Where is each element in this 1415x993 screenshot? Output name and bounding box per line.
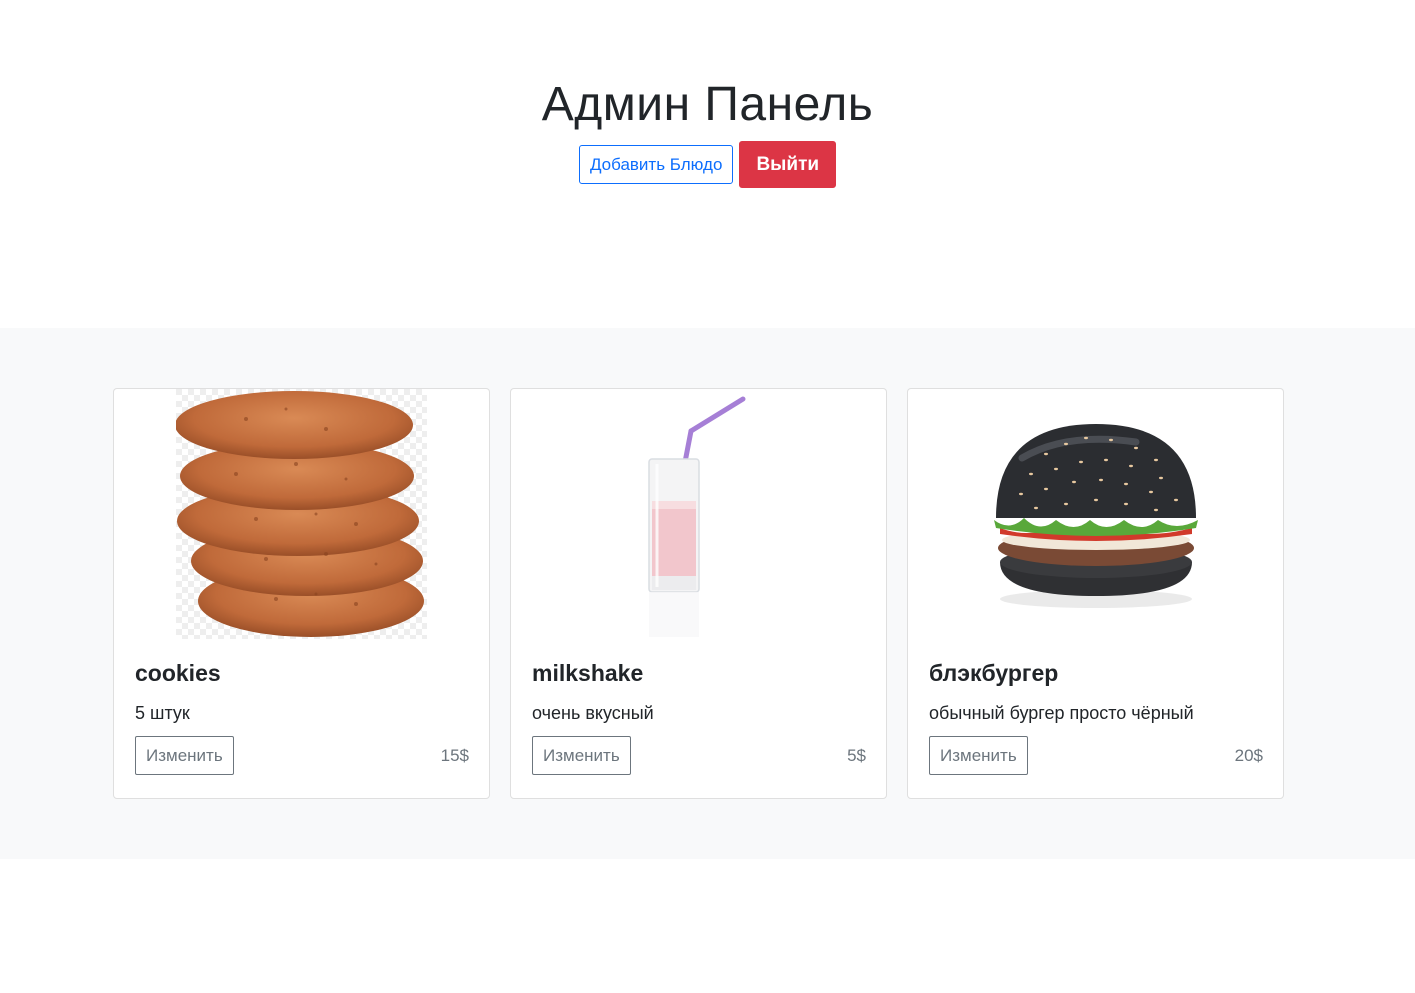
dish-title: cookies xyxy=(135,660,221,686)
dish-description: обычный бургер просто чёрный xyxy=(929,703,1194,723)
edit-button[interactable]: Изменить xyxy=(532,736,631,775)
card-body: cookies 5 штук Изменить 15$ xyxy=(114,639,489,775)
dish-price: 15$ xyxy=(440,745,469,765)
add-dish-button[interactable]: Добавить Блюдо xyxy=(578,145,734,184)
dish-image xyxy=(114,389,489,639)
dish-description: очень вкусный xyxy=(532,703,654,723)
dish-card: cookies 5 штук Изменить 15$ xyxy=(113,388,490,799)
card-body: milkshake очень вкусный Изменить 5$ xyxy=(511,639,886,775)
header-actions: Добавить Блюдо Выйти xyxy=(0,141,1415,188)
dish-image xyxy=(511,389,886,639)
dish-price: 5$ xyxy=(847,745,866,765)
dish-image xyxy=(908,389,1283,639)
card-footer: Изменить 5$ xyxy=(532,736,866,775)
hero-section: Админ Панель Добавить Блюдо Выйти xyxy=(0,0,1415,328)
cookies-image xyxy=(176,389,427,639)
burger-image xyxy=(993,424,1198,608)
milkshake-image xyxy=(647,396,745,637)
dish-card-list: cookies 5 штук Изменить 15$ milkshake оч… xyxy=(113,388,1284,799)
dish-title: milkshake xyxy=(532,660,644,686)
dishes-album: cookies 5 штук Изменить 15$ milkshake оч… xyxy=(0,328,1415,859)
logout-button[interactable]: Выйти xyxy=(739,141,837,188)
card-footer: Изменить 15$ xyxy=(135,736,469,775)
edit-button[interactable]: Изменить xyxy=(135,736,234,775)
dish-card: блэкбургер обычный бургер просто чёрный … xyxy=(907,388,1284,799)
dish-price: 20$ xyxy=(1234,745,1263,765)
dish-card: milkshake очень вкусный Изменить 5$ xyxy=(510,388,887,799)
card-footer: Изменить 20$ xyxy=(929,736,1263,775)
dish-title: блэкбургер xyxy=(929,660,1059,686)
page-title: Админ Панель xyxy=(541,78,874,131)
edit-button[interactable]: Изменить xyxy=(929,736,1028,775)
dish-description: 5 штук xyxy=(135,703,190,723)
card-body: блэкбургер обычный бургер просто чёрный … xyxy=(908,639,1283,775)
